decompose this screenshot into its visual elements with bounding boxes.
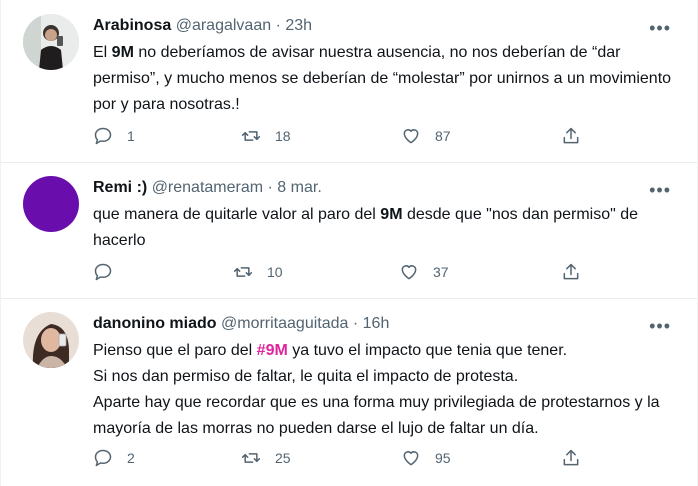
retweet-button[interactable]: 18 <box>241 126 291 146</box>
tweet[interactable]: Arabinosa @aragalvaan · 23h ••• El 9M no… <box>1 0 697 163</box>
avatar[interactable] <box>23 176 79 232</box>
tweet-feed: Arabinosa @aragalvaan · 23h ••• El 9M no… <box>0 0 698 486</box>
reply-button[interactable] <box>93 262 127 282</box>
share-icon <box>563 263 579 280</box>
tweet-text: Pienso que el paro del #9M ya tuvo el im… <box>93 338 683 442</box>
display-name[interactable]: danonino miado <box>93 315 217 332</box>
tweet-actions: 1 18 87 <box>93 126 697 146</box>
tweet-text-bold: 9M <box>380 206 403 223</box>
tweet-header: Remi :) @renatameram · 8 mar. <box>93 178 322 198</box>
reply-count: 1 <box>127 128 135 144</box>
tweet-text-part: Pienso que el paro del <box>93 342 257 359</box>
reply-icon <box>94 263 112 281</box>
tweet-actions: 2 25 95 <box>93 448 697 468</box>
handle[interactable]: @morritaaguitada <box>221 315 348 332</box>
timestamp[interactable]: · 23h <box>276 17 312 34</box>
reply-button[interactable]: 2 <box>93 448 135 468</box>
tweet-actions: 10 37 <box>93 262 697 282</box>
reply-icon <box>94 449 112 467</box>
tweet-text-part: El <box>93 44 112 61</box>
retweet-icon <box>241 131 261 141</box>
tweet-text-part: que manera de quitarle valor al paro del <box>93 206 381 223</box>
timestamp[interactable]: · 8 mar. <box>268 179 322 196</box>
tweet-text-part: ya tuvo el impacto que tenia que tener. <box>287 342 568 359</box>
tweet-text-line: Pienso que el paro del #9M ya tuvo el im… <box>93 338 683 364</box>
tweet-text-line: Aparte hay que recordar que es una forma… <box>93 394 660 437</box>
reply-icon <box>94 127 112 145</box>
handle[interactable]: @renatameram <box>152 179 263 196</box>
retweet-button[interactable]: 10 <box>233 262 283 282</box>
handle[interactable]: @aragalvaan <box>176 17 271 34</box>
avatar[interactable] <box>23 312 79 368</box>
heart-icon <box>403 451 419 466</box>
retweet-button[interactable]: 25 <box>241 448 291 468</box>
like-button[interactable]: 95 <box>401 448 451 468</box>
tweet-header: Arabinosa @aragalvaan · 23h <box>93 16 312 36</box>
like-count: 37 <box>433 264 449 280</box>
more-options-icon[interactable]: ••• <box>649 181 671 199</box>
more-options-icon[interactable]: ••• <box>649 317 671 335</box>
retweet-count: 18 <box>275 128 291 144</box>
heart-icon <box>403 129 419 144</box>
timestamp[interactable]: · 16h <box>353 315 389 332</box>
tweet-text-line: Si nos dan permiso de faltar, le quita e… <box>93 368 519 385</box>
retweet-icon <box>233 267 253 277</box>
tweet-header: danonino miado @morritaaguitada · 16h <box>93 314 389 334</box>
share-icon <box>563 127 579 144</box>
retweet-count: 25 <box>275 450 291 466</box>
retweet-count: 10 <box>267 264 283 280</box>
share-button[interactable] <box>561 262 581 282</box>
retweet-icon <box>241 453 261 463</box>
hashtag-link[interactable]: #9M <box>257 342 288 359</box>
more-options-icon[interactable]: ••• <box>649 19 671 37</box>
display-name[interactable]: Remi :) <box>93 179 147 196</box>
reply-count: 2 <box>127 450 135 466</box>
tweet-text-bold: 9M <box>111 44 134 61</box>
reply-button[interactable]: 1 <box>93 126 135 146</box>
avatar[interactable] <box>23 14 79 70</box>
heart-icon <box>401 265 417 280</box>
tweet-text: El 9M no deberíamos de avisar nuestra au… <box>93 40 683 118</box>
share-button[interactable] <box>561 448 581 468</box>
share-icon <box>563 449 579 466</box>
share-button[interactable] <box>561 126 581 146</box>
display-name[interactable]: Arabinosa <box>93 17 171 34</box>
tweet-text-part: no deberíamos de avisar nuestra ausencia… <box>93 44 672 113</box>
like-count: 95 <box>435 450 451 466</box>
tweet[interactable]: danonino miado @morritaaguitada · 16h ••… <box>1 298 697 486</box>
like-button[interactable]: 37 <box>399 262 449 282</box>
tweet[interactable]: Remi :) @renatameram · 8 mar. ••• que ma… <box>1 162 697 299</box>
like-count: 87 <box>435 128 451 144</box>
tweet-text: que manera de quitarle valor al paro del… <box>93 202 683 254</box>
like-button[interactable]: 87 <box>401 126 451 146</box>
